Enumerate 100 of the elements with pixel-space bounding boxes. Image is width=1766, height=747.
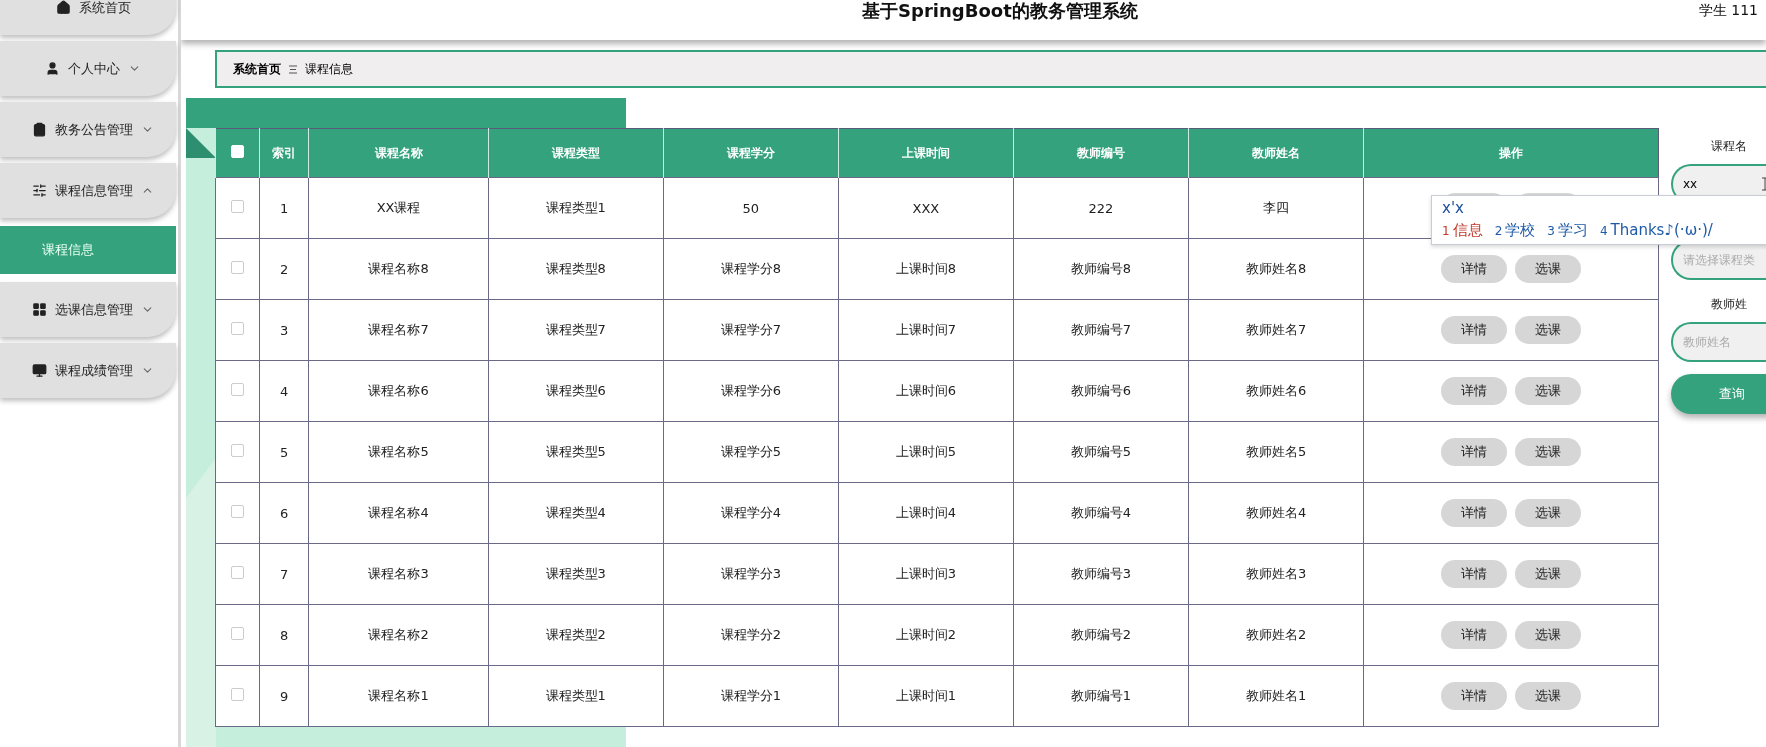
field-label: 课程名 xyxy=(1710,138,1748,155)
grid-icon xyxy=(32,302,47,317)
table-cell: 课程类型6 xyxy=(488,360,663,422)
action-button[interactable]: 详情 xyxy=(1440,682,1507,710)
action-button[interactable]: 详情 xyxy=(1440,560,1507,588)
column-header: 教师编号 xyxy=(1013,128,1189,178)
table-cell: 222 xyxy=(1013,177,1189,239)
row-checkbox[interactable] xyxy=(231,261,245,274)
column-header: 索引 xyxy=(259,128,309,178)
action-button[interactable]: 选课 xyxy=(1514,377,1581,405)
table-cell: 课程学分3 xyxy=(663,543,839,605)
separator-icon xyxy=(289,64,297,74)
user-label: 学生 111 xyxy=(1698,2,1759,20)
row-checkbox[interactable] xyxy=(231,322,245,335)
table-cell: 教师编号7 xyxy=(1013,299,1189,361)
column-header: 操作 xyxy=(1363,128,1659,178)
row-checkbox[interactable] xyxy=(231,627,245,640)
action-button[interactable]: 选课 xyxy=(1514,316,1581,344)
action-button[interactable]: 选课 xyxy=(1514,438,1581,466)
home-icon xyxy=(55,0,71,15)
field-label: 教师姓 xyxy=(1710,296,1748,313)
sidebar-item[interactable]: 个人中心 xyxy=(0,41,176,96)
table-cell: 教师编号8 xyxy=(1013,238,1189,300)
table-cell: 课程名称8 xyxy=(308,238,489,300)
table-cell: 教师编号3 xyxy=(1013,543,1189,605)
row-checkbox[interactable] xyxy=(231,505,245,518)
table-cell: 教师姓名1 xyxy=(1188,665,1364,727)
row-checkbox[interactable] xyxy=(231,383,245,396)
action-button[interactable]: 详情 xyxy=(1440,255,1507,283)
table-cell: 4 xyxy=(259,360,309,422)
sidebar-item[interactable]: 系统首页 xyxy=(0,0,176,35)
table-cell: 课程名称3 xyxy=(308,543,489,605)
app-title: 基于SpringBoot的教务管理系统 xyxy=(861,0,1139,23)
table-cell: 教师姓名2 xyxy=(1188,604,1364,666)
column-header: 教师姓名 xyxy=(1188,128,1364,178)
table-cell: 教师编号5 xyxy=(1013,421,1189,483)
table-cell: 教师编号4 xyxy=(1013,482,1189,544)
action-button[interactable]: 选课 xyxy=(1514,499,1581,527)
ime-candidate[interactable]: 1 信息 xyxy=(1442,221,1483,240)
user-icon xyxy=(45,61,60,76)
table-cell: 课程学分1 xyxy=(663,665,839,727)
ime-candidate[interactable]: 2 学校 xyxy=(1494,221,1536,240)
sidebar-item[interactable]: 课程信息管理 xyxy=(0,163,176,218)
table-cell: XXX xyxy=(838,177,1014,239)
table-cell: 6 xyxy=(259,482,309,544)
table-cell: 1 xyxy=(259,177,309,239)
column-header: 课程类型 xyxy=(488,128,663,178)
table-cell: 教师编号2 xyxy=(1013,604,1189,666)
sidebar-item[interactable]: 课程成绩管理 xyxy=(0,343,176,398)
select-all-checkbox[interactable] xyxy=(231,145,245,158)
column-header: 课程学分 xyxy=(663,128,839,178)
table-cell: 上课时间7 xyxy=(838,299,1014,361)
table-cell: 课程类型2 xyxy=(488,604,663,666)
table-cell: 课程名称4 xyxy=(308,482,489,544)
action-button[interactable]: 选课 xyxy=(1514,682,1581,710)
sliders-icon xyxy=(32,183,47,198)
ime-composition-text: x'x xyxy=(1442,199,1465,217)
table-cell: 课程类型1 xyxy=(488,665,663,727)
table-cell: 课程名称5 xyxy=(308,421,489,483)
table-cell: 教师姓名3 xyxy=(1188,543,1364,605)
ime-candidate[interactable]: 3 学习 xyxy=(1547,221,1588,240)
table-cell: 上课时间2 xyxy=(838,604,1014,666)
table-cell: 50 xyxy=(663,177,839,239)
table-cell: 课程学分4 xyxy=(663,482,839,544)
action-button[interactable]: 选课 xyxy=(1514,255,1581,283)
table-cell: 课程名称6 xyxy=(308,360,489,422)
action-button[interactable]: 详情 xyxy=(1440,377,1507,405)
row-checkbox[interactable] xyxy=(231,688,245,701)
action-button[interactable]: 选课 xyxy=(1514,560,1581,588)
table-cell: 上课时间3 xyxy=(838,543,1014,605)
column-header: 上课时间 xyxy=(838,128,1014,178)
table-cell: 课程名称7 xyxy=(308,299,489,361)
table-cell: 上课时间4 xyxy=(838,482,1014,544)
table-cell: 教师姓名4 xyxy=(1188,482,1364,544)
table-cell: XX课程 xyxy=(308,177,489,239)
table-cell: 上课时间8 xyxy=(838,238,1014,300)
table-cell: 课程学分6 xyxy=(663,360,839,422)
action-button[interactable]: 选课 xyxy=(1514,621,1581,649)
table-cell: 课程类型3 xyxy=(488,543,663,605)
table-cell: 课程名称2 xyxy=(308,604,489,666)
sidebar-item[interactable]: 选课信息管理 xyxy=(0,282,176,337)
table-cell: 课程学分5 xyxy=(663,421,839,483)
table-cell: 教师姓名5 xyxy=(1188,421,1364,483)
row-checkbox[interactable] xyxy=(231,566,245,579)
row-checkbox[interactable] xyxy=(231,444,245,457)
sidebar-item[interactable]: 教务公告管理 xyxy=(0,102,176,157)
table-cell: 9 xyxy=(259,665,309,727)
breadcrumb-link[interactable]: 系统首页 xyxy=(233,60,281,78)
action-button[interactable]: 详情 xyxy=(1440,316,1507,344)
table-cell: 上课时间1 xyxy=(838,665,1014,727)
ime-candidate[interactable]: 4 Thanks♪(·ω·)/ xyxy=(1599,221,1713,240)
column-header: 课程名称 xyxy=(308,128,489,178)
action-button[interactable]: 详情 xyxy=(1440,438,1507,466)
table-cell: 7 xyxy=(259,543,309,605)
row-checkbox[interactable] xyxy=(231,200,245,213)
action-button[interactable]: 详情 xyxy=(1440,621,1507,649)
table-cell: 教师编号6 xyxy=(1013,360,1189,422)
table-cell: 教师姓名8 xyxy=(1188,238,1364,300)
table-cell: 上课时间5 xyxy=(838,421,1014,483)
action-button[interactable]: 详情 xyxy=(1440,499,1507,527)
